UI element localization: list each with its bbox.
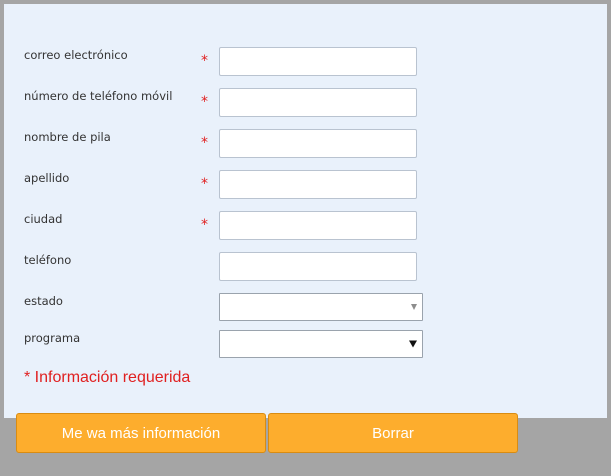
- clear-button[interactable]: Borrar: [268, 413, 518, 453]
- state-select[interactable]: [219, 293, 423, 321]
- program-select[interactable]: [219, 330, 423, 358]
- program-label: programa: [24, 331, 81, 345]
- first-name-input[interactable]: [219, 129, 417, 158]
- form-panel: correo electrónico * número de teléfono …: [4, 4, 607, 418]
- first-name-label: nombre de pila: [24, 130, 111, 144]
- required-info-note: * Información requerida: [24, 369, 191, 386]
- more-info-button[interactable]: Me wa más información: [16, 413, 266, 453]
- last-name-input[interactable]: [219, 170, 417, 199]
- city-required-mark: *: [201, 217, 208, 233]
- phone-label: teléfono: [24, 253, 72, 267]
- last-name-label: apellido: [24, 171, 70, 185]
- first-name-required-mark: *: [201, 135, 208, 151]
- mobile-phone-required-mark: *: [201, 94, 208, 110]
- city-input[interactable]: [219, 211, 417, 240]
- email-label: correo electrónico: [24, 48, 128, 62]
- phone-input[interactable]: [219, 252, 417, 281]
- chevron-down-icon: [411, 304, 417, 310]
- last-name-required-mark: *: [201, 176, 208, 192]
- email-required-mark: *: [201, 53, 208, 69]
- state-label: estado: [24, 294, 63, 308]
- chevron-down-icon: [409, 340, 417, 348]
- mobile-phone-input[interactable]: [219, 88, 417, 117]
- city-label: ciudad: [24, 212, 63, 226]
- email-input[interactable]: [219, 47, 417, 76]
- mobile-phone-label: número de teléfono móvil: [24, 89, 173, 103]
